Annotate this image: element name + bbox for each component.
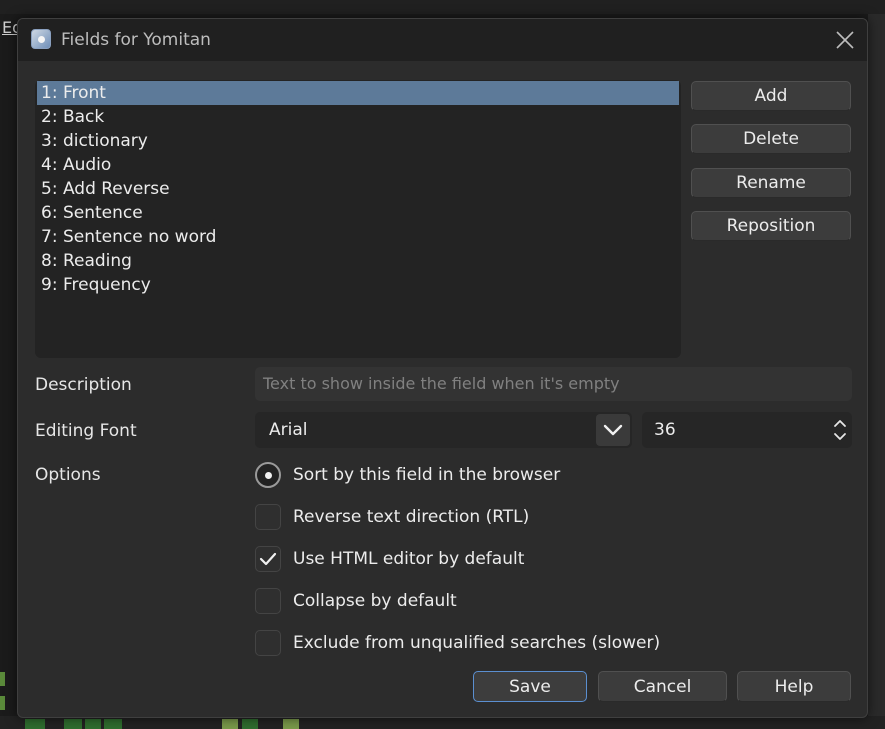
rtl-label: Reverse text direction (RTL) — [293, 507, 530, 527]
collapse-label: Collapse by default — [293, 591, 457, 611]
description-label: Description — [35, 375, 132, 395]
option-sort[interactable]: Sort by this field in the browser — [255, 461, 560, 489]
field-list-item[interactable]: 4: Audio — [35, 153, 681, 177]
app-logo-icon — [31, 29, 51, 49]
sort-radio[interactable] — [255, 462, 281, 488]
title-bar: Fields for Yomitan — [18, 19, 867, 61]
fields-dialog: Fields for Yomitan 1: Front 2: Back 3: dic… — [17, 18, 868, 718]
html-editor-label: Use HTML editor by default — [293, 549, 525, 569]
options-label: Options — [35, 465, 101, 485]
help-button[interactable]: Help — [737, 671, 851, 702]
collapse-checkbox[interactable] — [255, 588, 281, 614]
cancel-button[interactable]: Cancel — [598, 671, 727, 702]
option-rtl[interactable]: Reverse text direction (RTL) — [255, 503, 529, 531]
field-list[interactable]: 1: Front 2: Back 3: dictionary 4: Audio 5: A… — [35, 80, 681, 358]
rtl-checkbox[interactable] — [255, 504, 281, 530]
editing-font-label: Editing Font — [35, 421, 137, 441]
field-list-item[interactable]: 5: Add Reverse — [35, 177, 681, 201]
add-button[interactable]: Add — [691, 81, 851, 111]
field-list-item[interactable]: 9: Frequency — [35, 273, 681, 297]
background-indicator — [283, 719, 299, 729]
spin-arrows[interactable] — [832, 416, 848, 444]
dialog-title: Fields for Yomitan — [61, 30, 211, 50]
font-size-value: 36 — [654, 420, 676, 440]
font-select-value: Arial — [269, 420, 308, 440]
background-indicator — [25, 719, 45, 729]
reposition-button[interactable]: Reposition — [691, 211, 851, 241]
field-list-item[interactable]: 1: Front — [37, 81, 679, 105]
exclude-label: Exclude from unqualified searches (slowe… — [293, 633, 661, 653]
background-indicator — [104, 719, 122, 729]
delete-button[interactable]: Delete — [691, 124, 851, 154]
html-editor-checkbox[interactable] — [255, 546, 281, 572]
exclude-checkbox[interactable] — [255, 630, 281, 656]
option-exclude[interactable]: Exclude from unqualified searches (slowe… — [255, 629, 660, 657]
dropdown-button[interactable] — [596, 414, 630, 446]
save-button[interactable]: Save — [473, 671, 587, 702]
background-indicator — [0, 672, 5, 686]
field-list-item[interactable]: 7: Sentence no word — [35, 225, 681, 249]
field-list-item[interactable]: 6: Sentence — [35, 201, 681, 225]
sort-label: Sort by this field in the browser — [293, 465, 561, 485]
option-collapse[interactable]: Collapse by default — [255, 587, 457, 615]
radio-dot — [265, 472, 272, 479]
background-indicator — [85, 719, 101, 729]
background-indicator — [222, 719, 238, 729]
font-size-spinbox[interactable]: 36 — [642, 412, 852, 448]
close-icon — [836, 31, 854, 49]
spin-up-down-icon — [834, 420, 846, 440]
background-window-strip — [0, 0, 885, 14]
rename-button[interactable]: Rename — [691, 168, 851, 198]
background-indicator — [0, 696, 5, 710]
option-html-editor[interactable]: Use HTML editor by default — [255, 545, 524, 573]
close-button[interactable] — [832, 27, 858, 53]
chevron-down-icon — [603, 424, 623, 436]
background-indicator — [64, 719, 82, 729]
field-list-item[interactable]: 2: Back — [35, 105, 681, 129]
background-indicator — [242, 719, 258, 729]
description-input[interactable]: Text to show inside the field when it's … — [255, 367, 852, 401]
field-list-item[interactable]: 3: dictionary — [35, 129, 681, 153]
font-select[interactable]: Arial — [255, 412, 632, 448]
field-list-item[interactable]: 8: Reading — [35, 249, 681, 273]
checkmark-icon — [259, 552, 277, 566]
background-panel — [868, 14, 885, 729]
